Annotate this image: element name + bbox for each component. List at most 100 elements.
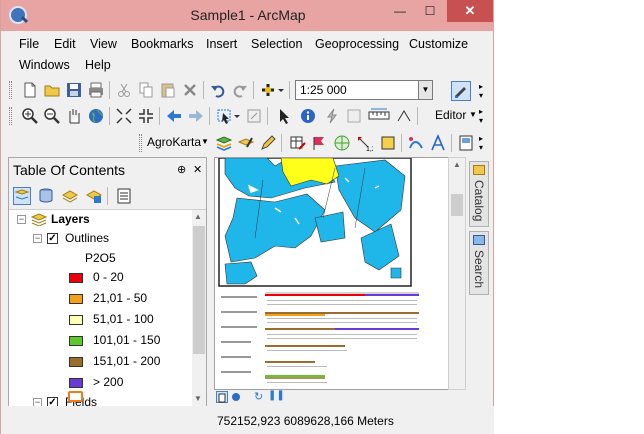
cursor-coordinates: 752152,923 6089628,166 Meters — [217, 414, 394, 428]
select-features-icon[interactable] — [215, 107, 241, 125]
layer-edit-icon[interactable] — [237, 134, 255, 152]
chevron-down-icon[interactable]: ▼ — [469, 110, 477, 119]
search-tab[interactable]: Search — [469, 231, 489, 295]
catalog-tab[interactable]: Catalog — [469, 161, 489, 227]
menu-windows[interactable]: Windows — [19, 58, 70, 72]
agrokarta-menu[interactable]: AgroKarta — [147, 135, 201, 149]
menu-geoprocessing[interactable]: Geoprocessing — [315, 37, 399, 51]
pan-hand-icon[interactable] — [65, 107, 83, 125]
outlines-layer-label[interactable]: Outlines — [65, 231, 109, 245]
select-frame-icon[interactable] — [379, 134, 397, 152]
menu-edit[interactable]: Edit — [54, 37, 76, 51]
redo-icon[interactable] — [231, 81, 249, 99]
cut-icon[interactable] — [115, 81, 133, 99]
flag-points-icon[interactable] — [311, 134, 329, 152]
html-popup-icon[interactable] — [345, 107, 363, 125]
menu-selection[interactable]: Selection — [251, 37, 302, 51]
grid-tool-icon[interactable] — [333, 134, 351, 152]
open-folder-icon[interactable] — [43, 81, 61, 99]
status-bar: 752152,923 6089628,166 Meters — [1, 406, 495, 434]
menu-insert[interactable]: Insert — [206, 37, 237, 51]
layout-view-toggle-icon[interactable] — [216, 391, 228, 403]
maximize-button[interactable]: ☐ — [415, 0, 445, 22]
menu-customize[interactable]: Customize — [409, 37, 468, 51]
delete-icon[interactable] — [181, 81, 199, 99]
separator — [451, 134, 452, 152]
collapse-layers-toggle[interactable]: − — [17, 215, 26, 224]
outlines-visibility-checkbox[interactable]: ✓ — [47, 233, 58, 244]
editor-menu[interactable]: Editor — [435, 108, 466, 122]
select-elements-arrow-icon[interactable] — [275, 107, 293, 125]
list-by-source-icon[interactable] — [37, 187, 55, 205]
pause-drawing-icon[interactable]: ❚❚ — [268, 390, 285, 401]
full-extent-globe-icon[interactable] — [87, 107, 105, 125]
save-icon[interactable] — [65, 81, 83, 99]
toolbar-grip[interactable] — [9, 107, 12, 125]
toc-options-icon[interactable] — [115, 187, 133, 205]
map-scale-field[interactable]: 1:25 000 — [295, 80, 419, 100]
zoom-out-icon[interactable] — [43, 107, 61, 125]
list-by-selection-icon[interactable] — [85, 187, 103, 205]
minimize-button[interactable]: — — [385, 0, 415, 22]
toc-title: Table Of Contents — [13, 162, 126, 178]
clear-selection-icon[interactable] — [245, 107, 263, 125]
toolbar-overflow-icon[interactable]: ▸ ▾ — [479, 134, 489, 152]
separator — [203, 81, 204, 99]
identify-icon[interactable] — [299, 107, 317, 125]
collapse-outlines-toggle[interactable]: − — [33, 234, 42, 243]
separator — [417, 107, 418, 125]
list-by-visibility-icon[interactable] — [61, 187, 79, 205]
print-icon[interactable] — [87, 81, 105, 99]
scroll-up-icon[interactable]: ▲ — [453, 160, 461, 169]
menu-file[interactable]: File — [19, 37, 39, 51]
pencil-icon[interactable] — [259, 134, 277, 152]
label-text-icon[interactable] — [429, 133, 447, 152]
toc-scroll-thumb[interactable] — [193, 226, 205, 354]
close-button[interactable]: ✕ — [447, 0, 493, 22]
hyperlink-lightning-icon[interactable] — [323, 107, 341, 125]
data-view-toggle-icon[interactable] — [230, 391, 242, 403]
toc-close-button[interactable]: ✕ — [193, 163, 202, 176]
fixed-zoom-in-icon[interactable] — [115, 107, 133, 125]
toolbar-overflow-icon[interactable]: ▸ ▾ — [479, 107, 489, 125]
copy-icon[interactable] — [137, 81, 155, 99]
find-route-icon[interactable] — [395, 107, 413, 125]
editor-toolbar-icon[interactable] — [451, 81, 471, 101]
draw-geometry-icon[interactable] — [407, 134, 425, 152]
toc-scrollbar[interactable]: ▲ ▼ — [192, 210, 206, 406]
menu-view[interactable]: View — [90, 37, 117, 51]
menu-help[interactable]: Help — [85, 58, 111, 72]
layers-group-label[interactable]: Layers — [51, 212, 90, 226]
list-by-drawing-order-icon[interactable] — [13, 187, 31, 205]
collapse-fields-toggle[interactable]: − — [33, 398, 42, 406]
layout-view-icon[interactable] — [457, 134, 475, 152]
undo-icon[interactable] — [209, 81, 227, 99]
layout-scroll-thumb[interactable] — [451, 194, 463, 216]
refresh-icon[interactable]: ↻ — [254, 390, 263, 403]
pin-icon[interactable]: ⊕ — [177, 163, 186, 176]
table-edit-icon[interactable] — [289, 134, 307, 152]
scroll-up-icon[interactable]: ▲ — [194, 212, 202, 221]
back-arrow-icon[interactable] — [165, 107, 183, 125]
layout-view[interactable] — [214, 157, 466, 390]
toolbar-grip[interactable] — [9, 81, 12, 99]
scroll-down-icon[interactable]: ▼ — [194, 394, 202, 403]
layers-stack-icon[interactable] — [215, 134, 233, 152]
fixed-zoom-out-icon[interactable] — [137, 107, 155, 125]
toolbar-overflow-icon[interactable]: ▸ ▾ — [479, 82, 489, 100]
chevron-down-icon[interactable]: ▼ — [201, 137, 209, 146]
measure-icon[interactable] — [367, 107, 391, 125]
tools-toolbar: Editor ▼ — [5, 105, 493, 127]
paste-icon[interactable] — [159, 81, 177, 99]
new-document-icon[interactable] — [21, 81, 39, 99]
toolbar-grip[interactable] — [139, 134, 142, 152]
separator — [109, 81, 110, 99]
layout-vertical-scrollbar[interactable]: ▲ — [448, 157, 466, 390]
menu-bookmarks[interactable]: Bookmarks — [131, 37, 194, 51]
forward-arrow-icon[interactable] — [187, 107, 205, 125]
chevron-down-icon[interactable]: ▼ — [419, 80, 433, 100]
sample-points-icon[interactable]: 1,2 — [355, 134, 376, 153]
zoom-in-icon[interactable] — [21, 107, 39, 125]
add-data-icon[interactable] — [259, 81, 285, 99]
fields-visibility-checkbox[interactable]: ✓ — [47, 397, 58, 406]
